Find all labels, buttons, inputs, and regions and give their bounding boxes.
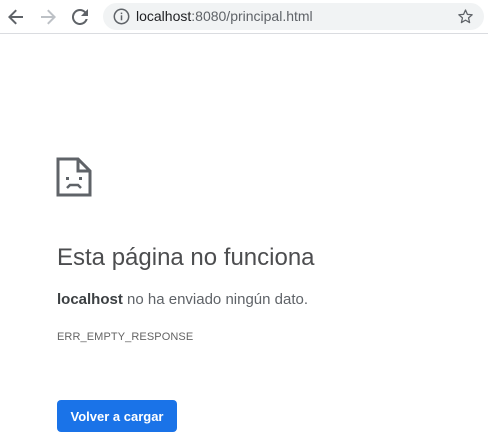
forward-button[interactable] xyxy=(36,5,60,29)
url-path: :8080/principal.html xyxy=(191,8,313,24)
forward-arrow-icon xyxy=(41,9,56,25)
back-button[interactable] xyxy=(4,5,28,29)
back-arrow-icon xyxy=(8,9,23,25)
reload-icon xyxy=(72,9,88,25)
error-code: ERR_EMPTY_RESPONSE xyxy=(57,331,194,343)
error-title: Esta página no funciona xyxy=(57,244,315,271)
browser-toolbar: localhost:8080/principal.html xyxy=(0,0,488,34)
star-icon[interactable] xyxy=(457,8,474,25)
reload-toolbar-button[interactable] xyxy=(68,5,92,29)
address-bar[interactable]: localhost:8080/principal.html xyxy=(103,3,484,30)
url-text[interactable]: localhost:8080/principal.html xyxy=(136,8,313,25)
sad-page-icon xyxy=(56,157,92,197)
error-description: localhost no ha enviado ningún dato. xyxy=(57,291,308,308)
info-icon[interactable] xyxy=(113,8,130,25)
url-host: localhost xyxy=(136,8,192,24)
error-host: localhost xyxy=(57,291,123,308)
reload-button[interactable]: Volver a cargar xyxy=(57,400,177,432)
error-message: no ha enviado ningún dato. xyxy=(122,291,309,308)
